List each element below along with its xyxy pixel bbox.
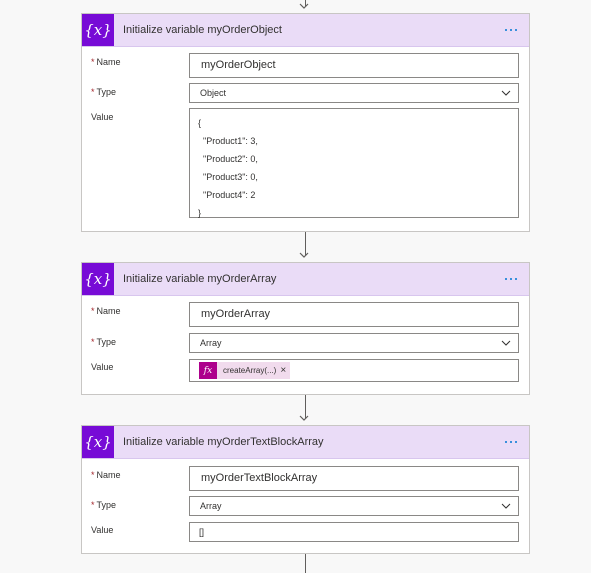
token-label: createArray(...) <box>223 366 277 375</box>
expression-token[interactable]: fx createArray(...) × <box>199 362 291 379</box>
remove-token-button[interactable]: × <box>280 365 290 376</box>
svg-text:{x}: {x} <box>86 433 110 451</box>
svg-text:{x}: {x} <box>86 21 110 39</box>
action-card-my-order-array: {x} Initialize variable myOrderArray *Na… <box>81 262 530 395</box>
value-line: { <box>198 118 202 128</box>
more-options-button[interactable] <box>501 20 521 40</box>
value-line: "Product1": 3, <box>198 136 258 146</box>
connector-bottom <box>305 554 306 573</box>
value-label: Value <box>91 362 114 372</box>
function-icon: fx <box>199 362 217 379</box>
value-line: "Product3": 0, <box>198 172 258 182</box>
value-input[interactable]: [] <box>189 522 519 542</box>
type-value: Object <box>200 88 227 98</box>
arrow-down-icon <box>299 1 309 11</box>
name-input[interactable]: myOrderArray <box>189 302 519 327</box>
card-header[interactable]: {x} Initialize variable myOrderTextBlock… <box>82 426 529 459</box>
card-title: Initialize variable myOrderObject <box>123 24 282 36</box>
variable-icon: {x} <box>82 426 114 458</box>
variable-icon: {x} <box>82 263 114 295</box>
more-options-button[interactable] <box>501 269 521 289</box>
type-label: * Type <box>91 87 117 97</box>
value-label: Value <box>91 112 114 122</box>
value-textarea[interactable]: { "Product1": 3, "Product2": 0, "Product… <box>189 108 519 218</box>
arrow-down-icon <box>299 250 309 260</box>
card-header[interactable]: {x} Initialize variable myOrderObject <box>82 14 529 47</box>
name-label: * Name <box>91 57 121 67</box>
type-select[interactable]: Array <box>189 333 519 353</box>
arrow-down-icon <box>299 413 309 423</box>
value-line: } <box>198 208 202 218</box>
name-label: * Name <box>91 470 121 480</box>
value-input[interactable]: fx createArray(...) × <box>189 359 519 382</box>
type-select[interactable]: Array <box>189 496 519 516</box>
card-title: Initialize variable myOrderArray <box>123 273 277 285</box>
value-line: "Product2": 0, <box>198 154 258 164</box>
chevron-down-icon <box>501 502 511 510</box>
name-label: * Name <box>91 306 121 316</box>
action-card-my-order-text-block-array: {x} Initialize variable myOrderTextBlock… <box>81 425 530 554</box>
chevron-down-icon <box>501 339 511 347</box>
type-label: * Type <box>91 500 117 510</box>
variable-icon: {x} <box>82 14 114 46</box>
type-select[interactable]: Object <box>189 83 519 103</box>
type-label: * Type <box>91 337 117 347</box>
card-header[interactable]: {x} Initialize variable myOrderArray <box>82 263 529 296</box>
chevron-down-icon <box>501 89 511 97</box>
type-value: Array <box>200 338 222 348</box>
value-line: "Product4": 2 <box>198 190 256 200</box>
name-input[interactable]: myOrderObject <box>189 53 519 78</box>
value-label: Value <box>91 525 114 535</box>
more-options-button[interactable] <box>501 432 521 452</box>
svg-text:{x}: {x} <box>86 270 110 288</box>
card-title: Initialize variable myOrderTextBlockArra… <box>123 436 324 448</box>
type-value: Array <box>200 501 222 511</box>
name-input[interactable]: myOrderTextBlockArray <box>189 466 519 491</box>
action-card-my-order-object: {x} Initialize variable myOrderObject *N… <box>81 13 530 232</box>
